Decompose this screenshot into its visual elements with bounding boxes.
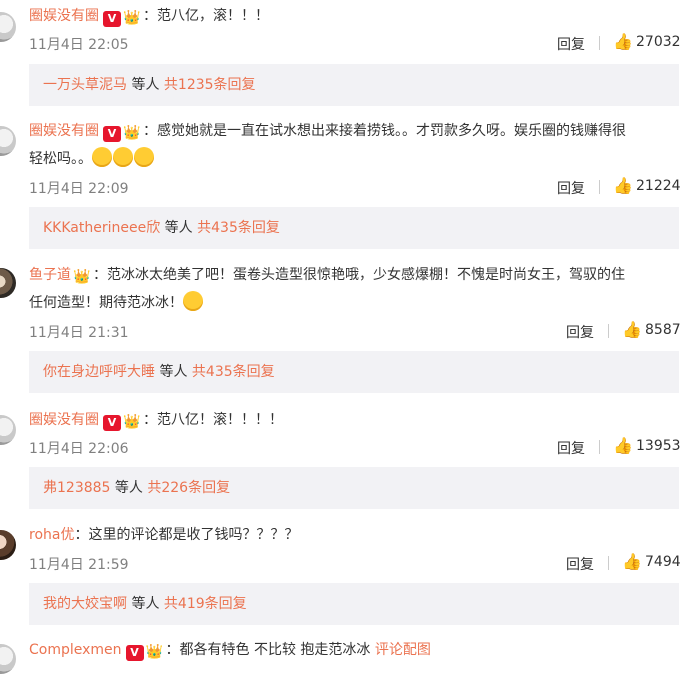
reply-thread[interactable]: 弗123885 等人 共226条回复 — [29, 467, 679, 509]
reply-thread-user: 你在身边呼呼大睡 等人 共435条回复 — [43, 364, 275, 380]
smiley-emoji-icon — [134, 147, 154, 167]
comment-time: 11月4日 22:06 — [29, 441, 129, 457]
thumbs-up-icon[interactable]: 👍 — [613, 32, 633, 51]
comment-body: Complexmen V 👑 ：都各有特色 不比较 抱走范冰冰 评论配图 — [29, 636, 678, 664]
reply-thread[interactable]: 我的大姣宝啊 等人 共419条回复 — [29, 583, 679, 625]
vip-crown-icon: 👑 — [123, 10, 141, 26]
verified-badge-icon: V — [125, 645, 144, 661]
thumbs-up-icon[interactable]: 👍 — [613, 436, 633, 455]
vip-crown-icon: 👑 — [123, 125, 141, 141]
reply-button[interactable]: 回复 — [566, 554, 594, 574]
reply-thread-user: KKKatherineee欣 等人 共435条回复 — [43, 220, 280, 236]
kiss-emoji-icon — [183, 291, 203, 311]
comment-username[interactable]: 圈娱没有圈 — [29, 123, 99, 139]
reply-thread-user: 一万头草泥马 等人 共1235条回复 — [43, 77, 256, 93]
reply-thread-etc: 等人 — [164, 220, 193, 236]
avatar[interactable] — [0, 12, 16, 42]
smiley-emoji-icon — [113, 147, 133, 167]
reply-thread-user: 弗123885 等人 共226条回复 — [43, 480, 231, 496]
thumbs-up-icon[interactable]: 👍 — [622, 320, 642, 339]
reply-thread-count[interactable]: 共435条回复 — [192, 364, 275, 380]
like-count[interactable]: 13953 — [636, 438, 681, 454]
verified-badge-icon: V — [103, 415, 121, 431]
comment-username[interactable]: 鱼子道 — [29, 267, 71, 283]
reply-thread[interactable]: 你在身边呼呼大睡 等人 共435条回复 — [29, 351, 679, 393]
comment-text: ：范八亿，滚！！！ — [143, 8, 269, 24]
divider — [599, 180, 600, 194]
divider — [599, 36, 600, 50]
comment-meta: 11月4日 22:09 回复 👍 21224 — [29, 176, 681, 198]
thumbs-up-icon[interactable]: 👍 — [622, 552, 642, 571]
comment-time: 11月4日 21:59 — [29, 557, 129, 573]
comment-username[interactable]: Complexmen — [29, 642, 122, 658]
verified-badge-icon: V — [103, 126, 121, 142]
avatar[interactable] — [0, 644, 16, 674]
avatar[interactable] — [0, 415, 16, 445]
vip-crown-icon: 👑 — [73, 269, 91, 285]
comment-meta: 11月4日 22:05 回复 👍 27032 — [29, 32, 681, 54]
comment-time: 11月4日 22:09 — [29, 181, 129, 197]
comment-body: 鱼子道 👑 ：范冰冰太绝美了吧！蛋卷头造型很惊艳哦，少女感爆棚！不愧是时尚女王，驾驭… — [29, 261, 678, 317]
reply-thread-user: 我的大姣宝啊 等人 共419条回复 — [43, 596, 247, 612]
reply-thread[interactable]: 一万头草泥马 等人 共1235条回复 — [29, 64, 679, 106]
comment-text-line1: ：范冰冰太绝美了吧！蛋卷头造型很惊艳哦，少女感爆棚！不愧是时尚女王，驾驭的住 — [93, 267, 625, 283]
reply-thread[interactable]: KKKatherineee欣 等人 共435条回复 — [29, 207, 679, 249]
divider — [599, 440, 600, 454]
reply-thread-count[interactable]: 共435条回复 — [197, 220, 280, 236]
like-count[interactable]: 8587 — [645, 322, 681, 338]
smiley-emoji-icon — [92, 147, 112, 167]
comment-text: ：这里的评论都是收了钱吗？？？？ — [74, 527, 299, 543]
comment-time: 11月4日 21:31 — [29, 325, 129, 341]
reply-thread-count[interactable]: 共419条回复 — [164, 596, 247, 612]
verified-badge-icon: V — [103, 11, 121, 27]
reply-thread-etc: 等人 — [114, 480, 143, 496]
like-count[interactable]: 7494 — [645, 554, 681, 570]
avatar[interactable] — [0, 530, 16, 560]
comment-body: 圈娱没有圈 V 👑 ：范八亿！滚！！！！ — [29, 406, 678, 434]
comment-time: 11月4日 22:05 — [29, 37, 129, 53]
avatar[interactable] — [0, 268, 16, 298]
vip-crown-icon: 👑 — [145, 644, 164, 660]
comment-username[interactable]: 圈娱没有圈 — [29, 8, 99, 24]
comment-image-link[interactable]: 评论配图 — [375, 642, 431, 658]
like-count[interactable]: 21224 — [636, 178, 681, 194]
comment-text: ：都各有特色 不比较 抱走范冰冰 — [165, 642, 371, 658]
reply-thread-etc: 等人 — [131, 77, 160, 93]
reply-thread-etc: 等人 — [131, 596, 160, 612]
divider — [608, 324, 609, 338]
comment-text-line2: 轻松吗。。 — [29, 151, 92, 167]
reply-thread-etc: 等人 — [159, 364, 188, 380]
comment-body: roha优：这里的评论都是收了钱吗？？？？ — [29, 521, 678, 549]
comment-body: 圈娱没有圈 V 👑 ：范八亿，滚！！！ — [29, 2, 678, 30]
avatar[interactable] — [0, 126, 16, 156]
comment-body: 圈娱没有圈 V 👑 ：感觉她就是一直在试水想出来接着捞钱。。才罚款多久呀。娱乐圈的钱赚… — [29, 117, 678, 173]
thumbs-up-icon[interactable]: 👍 — [613, 176, 633, 195]
comment-username[interactable]: roha优 — [29, 527, 74, 543]
reply-button[interactable]: 回复 — [566, 322, 594, 342]
comment-text-line2: 任何造型！期待范冰冰！ — [29, 295, 183, 311]
like-count[interactable]: 27032 — [636, 34, 681, 50]
vip-crown-icon: 👑 — [123, 414, 141, 430]
reply-thread-count[interactable]: 共1235条回复 — [164, 77, 256, 93]
reply-button[interactable]: 回复 — [557, 34, 585, 54]
comment-meta: 11月4日 21:59 回复 👍 7494 — [29, 552, 681, 574]
reply-button[interactable]: 回复 — [557, 438, 585, 458]
comment-meta: 11月4日 21:31 回复 👍 8587 — [29, 320, 681, 342]
comment-text-line1: ：感觉她就是一直在试水想出来接着捞钱。。才罚款多久呀。娱乐圈的钱赚得很 — [143, 123, 626, 139]
comment-username[interactable]: 圈娱没有圈 — [29, 412, 99, 428]
divider — [608, 556, 609, 570]
reply-thread-count[interactable]: 共226条回复 — [147, 480, 230, 496]
comment-text: ：范八亿！滚！！！！ — [143, 412, 283, 428]
comment-meta: 11月4日 22:06 回复 👍 13953 — [29, 436, 681, 458]
reply-button[interactable]: 回复 — [557, 178, 585, 198]
